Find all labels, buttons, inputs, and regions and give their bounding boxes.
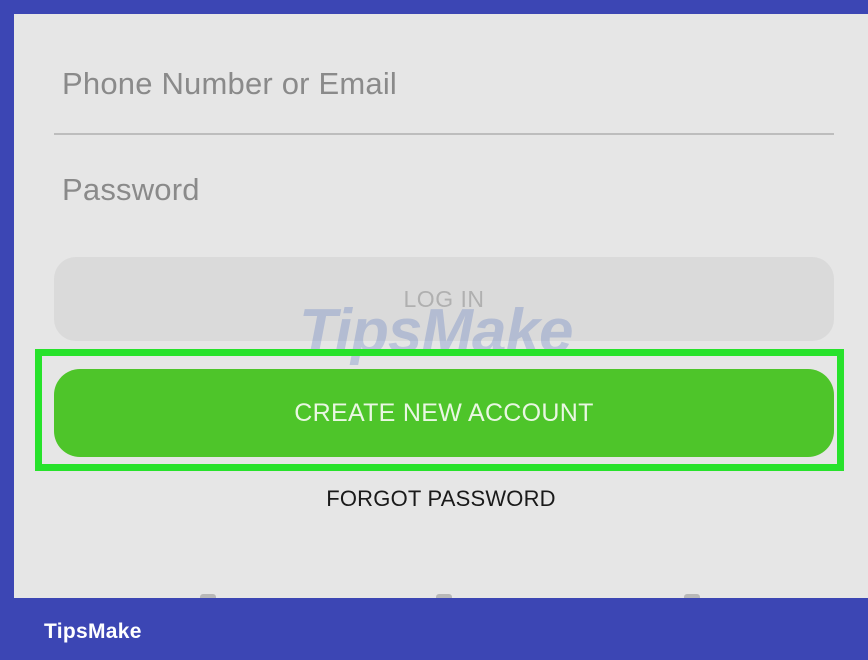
login-button[interactable]: LOG IN [54, 257, 834, 341]
forgot-password-link[interactable]: FORGOT PASSWORD [14, 486, 868, 512]
create-new-account-button[interactable]: CREATE NEW ACCOUNT [54, 369, 834, 457]
screenshot-frame: Phone Number or Email Password LOG IN Ti… [0, 0, 868, 660]
password-field[interactable]: Password [62, 172, 200, 208]
app-screen: Phone Number or Email Password LOG IN Ti… [14, 14, 868, 598]
phone-or-email-field[interactable]: Phone Number or Email [62, 66, 397, 102]
footer-brand: TipsMake [44, 620, 142, 643]
create-new-account-label: CREATE NEW ACCOUNT [294, 398, 594, 427]
field-divider [54, 133, 834, 135]
login-button-label: LOG IN [403, 285, 485, 312]
